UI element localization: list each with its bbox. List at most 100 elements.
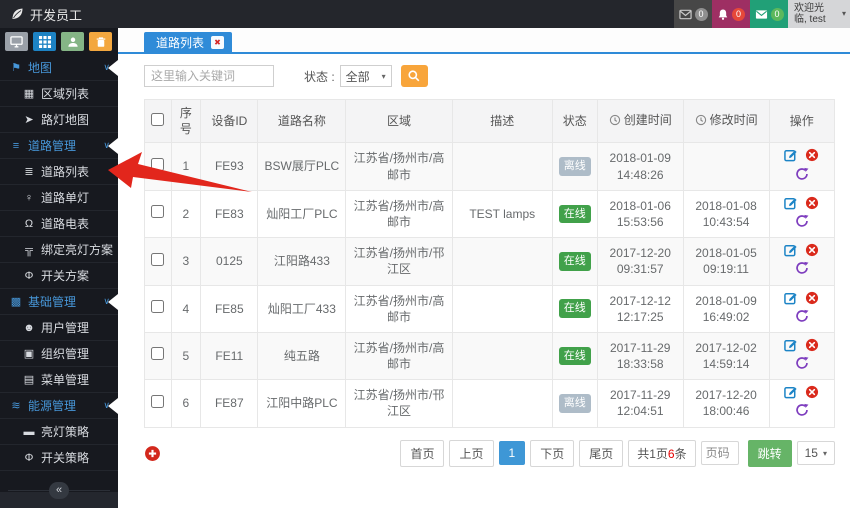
edit-button[interactable] (784, 338, 798, 356)
refresh-button[interactable] (795, 309, 809, 327)
add-road-button[interactable] (144, 445, 161, 462)
edit-button[interactable] (784, 196, 798, 214)
edit-button[interactable] (784, 385, 798, 403)
page-size-value: 15 (805, 446, 818, 460)
tab-label: 道路列表 (156, 34, 204, 51)
sidebar-item-road-single-lamp[interactable]: ♀ 道路单灯 (0, 185, 118, 211)
sidebar-label: 亮灯策略 (41, 423, 89, 440)
sidebar-item-switch-strategy[interactable]: Φ 开关策略 (0, 445, 118, 471)
clock-icon (695, 114, 707, 126)
sidebar-item-region-list[interactable]: ▦ 区域列表 (0, 81, 118, 107)
refresh-button[interactable] (795, 214, 809, 232)
sidebar-label: 组织管理 (41, 345, 89, 362)
sidebar-section-basic-management[interactable]: ▩ 基础管理 ∨ (0, 289, 118, 315)
row-checkbox[interactable] (151, 158, 164, 171)
refresh-button[interactable] (795, 167, 809, 185)
sidebar-label: 地图 (28, 59, 52, 76)
edit-button[interactable] (784, 243, 798, 261)
row-checkbox[interactable] (151, 253, 164, 266)
pagination-summary: 共1页6条 (628, 440, 695, 467)
col-device-id: 设备ID (201, 100, 258, 143)
delete-button[interactable] (805, 243, 819, 261)
menu-icon: ▤ (21, 373, 37, 386)
search-icon (407, 69, 421, 83)
grid-icon: ▩ (8, 295, 24, 308)
delete-button[interactable] (805, 148, 819, 166)
sidebar-section-road-management[interactable]: ≡ 道路管理 ∨ (0, 133, 118, 159)
sidebar-item-road-meter[interactable]: Ω 道路电表 (0, 211, 118, 237)
refresh-button[interactable] (795, 403, 809, 421)
mail-count: 0 (771, 8, 784, 21)
sidebar-label: 绑定亮灯方案 (41, 241, 113, 258)
trash-button[interactable] (89, 32, 112, 51)
user-menu[interactable]: 欢迎光临, test ▾ (788, 0, 850, 28)
grid-button[interactable] (33, 32, 56, 51)
user-button[interactable] (61, 32, 84, 51)
sidebar-section-map[interactable]: ⚑ 地图 ∨ (0, 55, 118, 81)
status-badge: 在线 (559, 252, 591, 271)
sidebar-item-user-management[interactable]: ☻ 用户管理 (0, 315, 118, 341)
col-seq: 序号 (171, 100, 201, 143)
table-row: 2 FE83 灿阳工厂PLC 江苏省/扬州市/高邮市 TEST lamps 在线… (145, 190, 835, 237)
messages-badge-button[interactable]: 0 (674, 0, 712, 28)
sidebar-label: 能源管理 (28, 397, 76, 414)
envelope-icon (755, 8, 768, 21)
page-number-input[interactable] (701, 441, 739, 465)
col-region: 区域 (346, 100, 452, 143)
select-all-checkbox[interactable] (151, 113, 164, 126)
edit-button[interactable] (784, 291, 798, 309)
status-badge: 在线 (559, 205, 591, 224)
search-button[interactable] (401, 65, 428, 87)
edit-button[interactable] (784, 148, 798, 166)
sidebar-item-lighting-strategy[interactable]: ▬ 亮灯策略 (0, 419, 118, 445)
sidebar-item-menu-management[interactable]: ▤ 菜单管理 (0, 367, 118, 393)
status-select-value: 全部 (346, 68, 370, 85)
sidebar-label: 基础管理 (28, 293, 76, 310)
keyword-input[interactable] (144, 65, 274, 87)
jump-button[interactable]: 跳转 (748, 440, 792, 467)
delete-button[interactable] (805, 338, 819, 356)
row-checkbox[interactable] (151, 205, 164, 218)
active-section-notch (108, 294, 118, 310)
delete-button[interactable] (805, 291, 819, 309)
col-description: 描述 (452, 100, 552, 143)
alerts-badge-button[interactable]: 0 (712, 0, 750, 28)
table-row: 6 FE87 江阳中路PLC 江苏省/扬州市/邗江区 离线 2017-11-29… (145, 380, 835, 427)
mail-badge-button[interactable]: 0 (750, 0, 788, 28)
meter-icon: Ω (21, 218, 37, 230)
delete-button[interactable] (805, 385, 819, 403)
close-icon[interactable]: ✖ (211, 36, 224, 49)
refresh-button[interactable] (795, 261, 809, 279)
sitemap-icon: ╦ (21, 244, 37, 256)
tab-road-list[interactable]: 道路列表 ✖ (144, 32, 232, 52)
sidebar-label: 区域列表 (41, 85, 89, 102)
delete-button[interactable] (805, 196, 819, 214)
trash-icon (95, 36, 107, 48)
collapse-sidebar-button[interactable]: « (49, 482, 69, 499)
message-icon (679, 8, 692, 21)
first-page-button[interactable]: 首页 (400, 440, 444, 467)
row-checkbox[interactable] (151, 300, 164, 313)
next-page-button[interactable]: 下页 (530, 440, 574, 467)
sidebar-item-streetlamp-map[interactable]: ➤ 路灯地图 (0, 107, 118, 133)
last-page-button[interactable]: 尾页 (579, 440, 623, 467)
col-road-name: 道路名称 (258, 100, 346, 143)
monitor-button[interactable] (5, 32, 28, 51)
refresh-button[interactable] (795, 356, 809, 374)
page-size-select[interactable]: 15 ▾ (797, 441, 835, 465)
current-page-button[interactable]: 1 (499, 441, 526, 465)
filter-toolbar: 状态 : 全部 ▾ (144, 65, 850, 87)
sidebar-item-road-list[interactable]: ≣ 道路列表 (0, 159, 118, 185)
sidebar-item-bind-lighting-scheme[interactable]: ╦ 绑定亮灯方案 (0, 237, 118, 263)
sidebar-item-org-management[interactable]: ▣ 组织管理 (0, 341, 118, 367)
row-checkbox[interactable] (151, 347, 164, 360)
col-modified: 修改时间 (683, 100, 769, 143)
sidebar-label: 道路电表 (41, 215, 89, 232)
sidebar-section-energy-management[interactable]: ≋ 能源管理 ∨ (0, 393, 118, 419)
sidebar-item-switch-scheme[interactable]: Φ 开关方案 (0, 263, 118, 289)
prev-page-button[interactable]: 上页 (449, 440, 493, 467)
row-checkbox[interactable] (151, 395, 164, 408)
status-select[interactable]: 全部 ▾ (340, 65, 392, 87)
messages-count: 0 (695, 8, 708, 21)
status-badge: 在线 (559, 299, 591, 318)
